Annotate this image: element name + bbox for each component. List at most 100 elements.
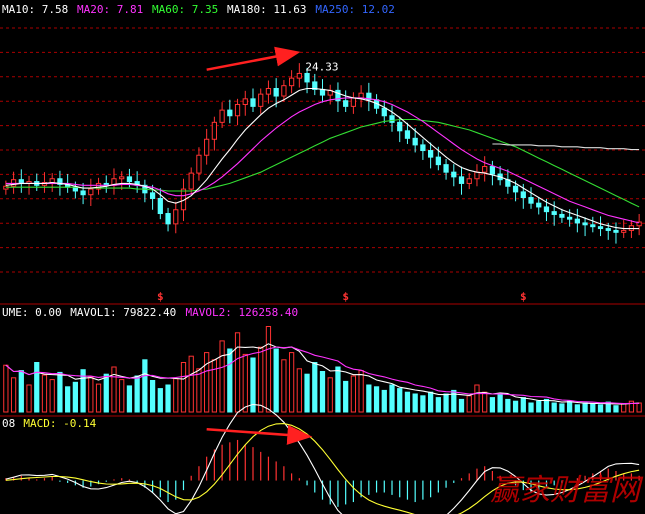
- candle-body: [458, 176, 465, 184]
- volume-bar: [219, 340, 225, 413]
- volume-bar: [18, 370, 24, 413]
- volume-bar: [389, 384, 395, 413]
- volume-bar: [296, 368, 302, 413]
- candle-body: [567, 216, 573, 220]
- candle-body: [621, 229, 627, 233]
- watermark-logo: 赢家财富网: [490, 473, 644, 508]
- candle-body: [543, 206, 550, 213]
- volume-bar: [497, 393, 503, 413]
- candle-body: [559, 213, 565, 218]
- volume-bar: [234, 332, 241, 413]
- candle-body: [196, 154, 202, 174]
- volume-bar: [65, 386, 71, 413]
- volume-bar: [111, 366, 117, 413]
- volume-bar: [157, 388, 163, 413]
- volume-bar: [536, 400, 542, 413]
- legend-item: MACD: -0.14: [23, 417, 96, 430]
- volume-bar: [273, 348, 279, 413]
- candle-body: [358, 92, 364, 99]
- volume-bar: [134, 375, 140, 413]
- volume-bar: [196, 368, 202, 413]
- candle-body: [49, 178, 55, 184]
- legend-item: UME: 0.00: [2, 306, 62, 319]
- candle-body: [474, 171, 480, 180]
- volume-bar: [119, 379, 125, 413]
- volume-bar: [41, 374, 48, 413]
- high-label: 24.33: [305, 61, 338, 74]
- legend-item: 08: [2, 417, 15, 430]
- volume-bar: [366, 384, 372, 413]
- volume-bar: [466, 395, 472, 413]
- candle-body: [512, 185, 519, 193]
- candle-body: [489, 166, 496, 175]
- volume-bar: [227, 348, 233, 413]
- candle-body: [234, 103, 241, 117]
- volume-bar: [358, 370, 364, 413]
- candle-body: [227, 109, 233, 117]
- legend-item: MA180: 11.63: [227, 3, 306, 16]
- volume-bar: [180, 362, 187, 413]
- candle-body: [157, 197, 163, 215]
- volume-bar: [281, 359, 287, 413]
- volume-bar: [57, 371, 63, 413]
- dividend-marker: $: [342, 290, 349, 303]
- volume-bar: [242, 353, 248, 413]
- candle-body: [258, 93, 264, 107]
- candle-body: [520, 191, 526, 199]
- volume-bar: [34, 362, 40, 413]
- volume-bar: [3, 364, 9, 413]
- candle-body: [126, 176, 133, 183]
- volume-bar: [335, 366, 341, 413]
- volume-bar: [312, 362, 318, 413]
- volume-bar: [590, 403, 596, 413]
- volume-bar: [10, 377, 17, 413]
- volume-bar: [149, 380, 156, 413]
- volume-bar: [265, 326, 272, 413]
- legend-item: MA60: 7.35: [152, 3, 218, 16]
- candle-body: [250, 98, 256, 107]
- candle-body: [281, 85, 287, 97]
- volume-bar: [512, 400, 519, 413]
- candle-body: [273, 88, 279, 97]
- volume-bar: [142, 359, 148, 413]
- candle-body: [265, 88, 272, 95]
- volume-bar: [597, 404, 604, 413]
- volume-bar: [350, 375, 357, 413]
- legend-item: MA10: 7.58: [2, 3, 68, 16]
- volume-bar: [621, 403, 627, 413]
- volume-bar: [567, 400, 573, 413]
- volume-bar: [343, 380, 349, 413]
- candle-body: [296, 72, 302, 79]
- volume-bar: [574, 404, 580, 413]
- candle-body: [204, 138, 210, 156]
- candle-body: [88, 188, 94, 196]
- volume-bar: [559, 403, 565, 413]
- volume-bar: [288, 352, 295, 413]
- candle-body: [188, 172, 194, 190]
- candle-body: [149, 192, 156, 199]
- candle-body: [435, 156, 441, 166]
- volume-bar: [489, 397, 496, 413]
- candle-body: [389, 115, 395, 123]
- volume-bar: [173, 378, 179, 413]
- volume-bar: [373, 386, 380, 413]
- candle-body: [242, 98, 248, 105]
- volume-bar: [165, 384, 171, 413]
- volume-bar: [88, 376, 94, 413]
- legend-item: MAVOL2: 126258.40: [186, 306, 299, 319]
- volume-bar: [443, 393, 449, 413]
- candle-body: [343, 100, 349, 107]
- volume-bar: [327, 377, 333, 413]
- candle-body: [528, 197, 534, 204]
- volume-bar: [126, 385, 133, 413]
- candle-body: [80, 190, 86, 196]
- volume-bar: [628, 400, 635, 413]
- candle-body: [482, 166, 488, 173]
- volume-bar: [26, 384, 32, 413]
- volume-bar: [427, 391, 434, 413]
- dividend-marker: $: [520, 290, 527, 303]
- volume-bar: [412, 393, 418, 413]
- legend-item: MAVOL1: 79822.40: [70, 306, 176, 319]
- candle-body: [613, 229, 619, 233]
- candle-body: [119, 176, 125, 180]
